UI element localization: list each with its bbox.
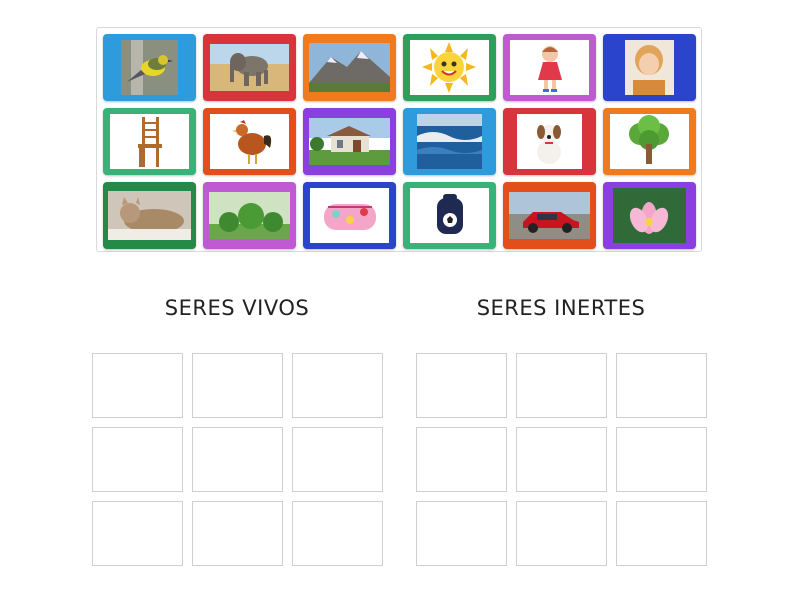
drop-slot-living[interactable] xyxy=(192,501,283,566)
house-image xyxy=(309,118,390,165)
drop-slot-living[interactable] xyxy=(92,353,183,418)
mountain-image xyxy=(309,43,390,92)
sun-image xyxy=(422,42,476,93)
card-pencil-case[interactable] xyxy=(303,182,396,249)
drop-slot-inert[interactable] xyxy=(516,501,607,566)
card-bird[interactable] xyxy=(103,34,196,101)
doll-image xyxy=(538,46,562,92)
drop-slot-inert[interactable] xyxy=(616,353,707,418)
card-dog[interactable] xyxy=(503,108,596,175)
child-image xyxy=(625,40,674,95)
rooster-image xyxy=(232,120,272,164)
group-heading-living: SERES VIVOS xyxy=(164,296,310,320)
card-sea[interactable] xyxy=(403,108,496,175)
bushes-image xyxy=(209,192,290,239)
drop-slot-living[interactable] xyxy=(292,501,383,566)
card-chair[interactable] xyxy=(103,108,196,175)
elephant-image xyxy=(210,44,289,91)
drop-slot-inert[interactable] xyxy=(416,427,507,492)
drop-slot-living[interactable] xyxy=(292,353,383,418)
card-child[interactable] xyxy=(603,34,696,101)
card-elephant[interactable] xyxy=(203,34,296,101)
lotus-flower-image xyxy=(613,188,686,243)
car-image xyxy=(509,192,590,239)
drop-slot-living[interactable] xyxy=(192,353,283,418)
drop-slot-inert[interactable] xyxy=(516,353,607,418)
drop-slot-inert[interactable] xyxy=(416,353,507,418)
card-bushes[interactable] xyxy=(203,182,296,249)
tree-image xyxy=(629,115,669,164)
drop-slot-living[interactable] xyxy=(292,427,383,492)
card-rooster[interactable] xyxy=(203,108,296,175)
card-backpack[interactable] xyxy=(403,182,496,249)
card-sun[interactable] xyxy=(403,34,496,101)
drop-slot-inert[interactable] xyxy=(516,427,607,492)
card-tree[interactable] xyxy=(603,108,696,175)
bird-image xyxy=(121,40,178,95)
chair-image xyxy=(138,117,162,167)
pencil-case-image xyxy=(324,204,376,230)
card-house[interactable] xyxy=(303,108,396,175)
dog-image xyxy=(537,125,561,164)
card-car[interactable] xyxy=(503,182,596,249)
card-lotus-flower[interactable] xyxy=(603,182,696,249)
card-mountain[interactable] xyxy=(303,34,396,101)
backpack-image xyxy=(437,194,463,234)
drop-slot-living[interactable] xyxy=(92,427,183,492)
cat-image xyxy=(108,191,191,240)
card-cat[interactable] xyxy=(103,182,196,249)
sea-image xyxy=(417,114,482,169)
group-heading-inert: SERES INERTES xyxy=(476,296,646,320)
drop-slot-inert[interactable] xyxy=(416,501,507,566)
drop-slot-inert[interactable] xyxy=(616,427,707,492)
drop-slot-living[interactable] xyxy=(92,501,183,566)
drop-slot-living[interactable] xyxy=(192,427,283,492)
card-doll[interactable] xyxy=(503,34,596,101)
card-tray xyxy=(96,27,702,252)
drop-slot-inert[interactable] xyxy=(616,501,707,566)
